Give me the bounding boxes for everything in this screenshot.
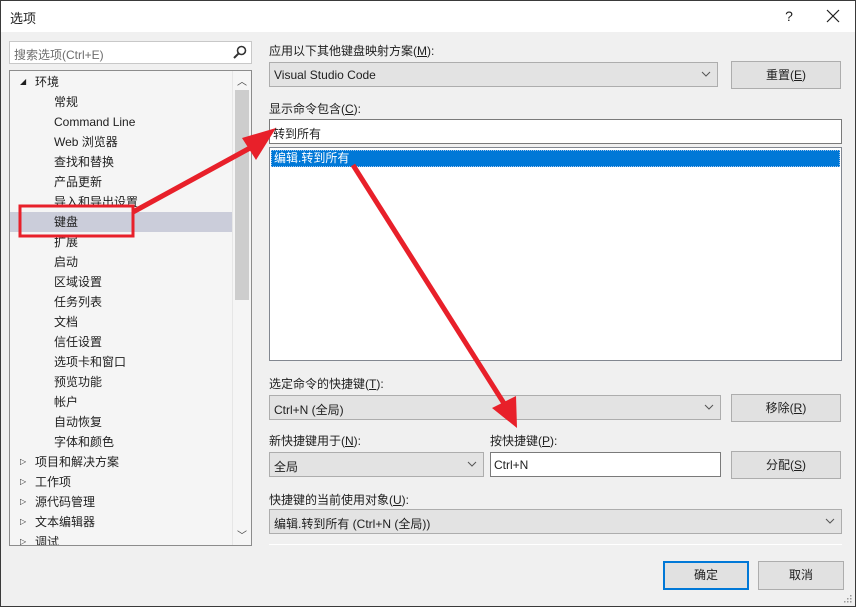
tree-item[interactable]: 自动恢复 <box>10 412 232 432</box>
use-new-shortcut-combo[interactable]: 全局 <box>269 452 484 477</box>
tree-scrollbar[interactable]: ︿ ﹀ <box>232 71 251 545</box>
tree-item-label: 自动恢复 <box>54 415 103 429</box>
tree-item[interactable]: Command Line <box>10 112 232 132</box>
tree-item[interactable]: 文档 <box>10 312 232 332</box>
tree-item-label: 环境 <box>35 75 60 89</box>
tree-item-label: 预览功能 <box>54 375 103 389</box>
tree-item-label: 启动 <box>54 255 79 269</box>
shortcut-used-by-combo[interactable]: 编辑.转到所有 (Ctrl+N (全局)) <box>269 509 842 534</box>
selected-shortcuts-combo[interactable]: Ctrl+N (全局) <box>269 395 721 420</box>
tree-item-label: 常规 <box>54 95 79 109</box>
tree-item-label: 帐户 <box>54 395 79 409</box>
tree-item-label: 信任设置 <box>54 335 103 349</box>
press-shortcut-input[interactable]: Ctrl+N <box>490 452 721 477</box>
collapsed-triangle-icon[interactable]: ▷ <box>20 492 30 512</box>
remove-button[interactable]: 移除(R) <box>731 394 841 422</box>
tree-item-label: 项目和解决方案 <box>35 455 120 469</box>
tree-item[interactable]: 字体和颜色 <box>10 432 232 452</box>
selected-shortcuts-label: 选定命令的快捷键(T): <box>269 377 384 391</box>
tree-item[interactable]: 选项卡和窗口 <box>10 352 232 372</box>
tree-item-label: 文本编辑器 <box>35 515 96 529</box>
close-button[interactable] <box>821 5 845 27</box>
tree-item[interactable]: 启动 <box>10 252 232 272</box>
cancel-button[interactable]: 取消 <box>758 561 844 590</box>
tree-item[interactable]: 任务列表 <box>10 292 232 312</box>
tree-item[interactable]: ▷ 工作项 <box>10 472 232 492</box>
press-shortcut-value: Ctrl+N <box>494 458 529 472</box>
tree-item[interactable]: 常规 <box>10 92 232 112</box>
tree-item-label: 选项卡和窗口 <box>54 355 127 369</box>
chevron-down-icon <box>467 461 477 467</box>
resize-grip-icon[interactable] <box>842 593 852 603</box>
shortcut-used-by-value: 编辑.转到所有 (Ctrl+N (全局)) <box>274 517 431 531</box>
tree-item[interactable]: 信任设置 <box>10 332 232 352</box>
mapping-scheme-value: Visual Studio Code <box>274 68 376 82</box>
search-options-input[interactable]: 搜索选项(Ctrl+E) <box>9 41 252 64</box>
ok-button[interactable]: 确定 <box>663 561 749 590</box>
tree-item-label: 产品更新 <box>54 175 103 189</box>
search-icon[interactable] <box>232 44 248 60</box>
mapping-scheme-combo[interactable]: Visual Studio Code <box>269 62 718 87</box>
dialog-title: 选项 <box>10 11 37 26</box>
tree-item-label: 扩展 <box>54 235 79 249</box>
tree-item-label: Web 浏览器 <box>54 135 118 149</box>
tree-item[interactable]: 导入和导出设置 <box>10 192 232 212</box>
press-shortcut-label: 按快捷键(P): <box>490 434 558 448</box>
tree-item[interactable]: ▷ 项目和解决方案 <box>10 452 232 472</box>
tree-item-label: 任务列表 <box>54 295 103 309</box>
tree-item-label: 调试 <box>35 535 60 546</box>
assign-button[interactable]: 分配(S) <box>731 451 841 479</box>
tree-item-label: 区域设置 <box>54 275 103 289</box>
tree-item[interactable]: ▷ 调试 <box>10 532 232 546</box>
search-placeholder: 搜索选项(Ctrl+E) <box>14 48 104 62</box>
close-icon <box>826 9 840 23</box>
selected-shortcuts-value: Ctrl+N (全局) <box>274 403 344 417</box>
tree-item-label: Command Line <box>54 115 136 129</box>
show-commands-label: 显示命令包含(C): <box>269 102 362 116</box>
tree-item-label: 源代码管理 <box>35 495 96 509</box>
tree-item-label: 字体和颜色 <box>54 435 115 449</box>
expanded-triangle-icon[interactable]: ◢ <box>20 72 30 92</box>
mapping-scheme-label: 应用以下其他键盘映射方案(M): <box>269 44 435 58</box>
command-filter-value: 转到所有 <box>273 127 322 141</box>
command-list[interactable]: 编辑.转到所有 <box>269 147 842 361</box>
chevron-down-icon <box>825 518 835 524</box>
shortcut-used-by-label: 快捷键的当前使用对象(U): <box>269 493 410 507</box>
scroll-up-icon[interactable]: ︿ <box>233 73 251 89</box>
tree-item[interactable]: ▷ 文本编辑器 <box>10 512 232 532</box>
footer-separator <box>269 544 842 545</box>
use-new-shortcut-label: 新快捷键用于(N): <box>269 434 362 448</box>
tree-item[interactable]: ◢ 环境 <box>10 72 232 92</box>
reset-button[interactable]: 重置(E) <box>731 61 841 89</box>
tree-item-label: 查找和替换 <box>54 155 115 169</box>
tree-item-label: 导入和导出设置 <box>54 195 139 209</box>
title-bar: 选项 ? <box>1 1 855 32</box>
options-dialog: 选项 ? 搜索选项(Ctrl+E) ◢ 环境常规 Command Line Web 浏… <box>0 0 856 607</box>
tree-item-label: 键盘 <box>54 215 79 229</box>
scrollbar-thumb[interactable] <box>235 90 249 300</box>
tree-item[interactable]: 区域设置 <box>10 272 232 292</box>
tree-item[interactable]: Web 浏览器 <box>10 132 232 152</box>
tree-item-label: 工作项 <box>35 475 72 489</box>
list-item[interactable]: 编辑.转到所有 <box>271 150 840 167</box>
chevron-down-icon <box>704 404 714 410</box>
use-new-shortcut-value: 全局 <box>274 460 299 474</box>
tree-item-label: 文档 <box>54 315 79 329</box>
tree-item[interactable]: 查找和替换 <box>10 152 232 172</box>
tree-item[interactable]: 帐户 <box>10 392 232 412</box>
tree-item[interactable]: 键盘 <box>10 212 232 232</box>
scroll-down-icon[interactable]: ﹀ <box>233 527 251 543</box>
command-filter-input[interactable]: 转到所有 <box>269 119 842 144</box>
tree-item[interactable]: 预览功能 <box>10 372 232 392</box>
collapsed-triangle-icon[interactable]: ▷ <box>20 532 30 545</box>
collapsed-triangle-icon[interactable]: ▷ <box>20 512 30 532</box>
tree-item[interactable]: 产品更新 <box>10 172 232 192</box>
collapsed-triangle-icon[interactable]: ▷ <box>20 472 30 492</box>
tree-item[interactable]: ▷ 源代码管理 <box>10 492 232 512</box>
collapsed-triangle-icon[interactable]: ▷ <box>20 452 30 472</box>
help-button[interactable]: ? <box>779 5 799 27</box>
tree-item[interactable]: 扩展 <box>10 232 232 252</box>
options-tree: ◢ 环境常规 Command Line Web 浏览器 查找和替换产品更新导入和导出设置… <box>9 70 252 546</box>
chevron-down-icon <box>701 71 711 77</box>
